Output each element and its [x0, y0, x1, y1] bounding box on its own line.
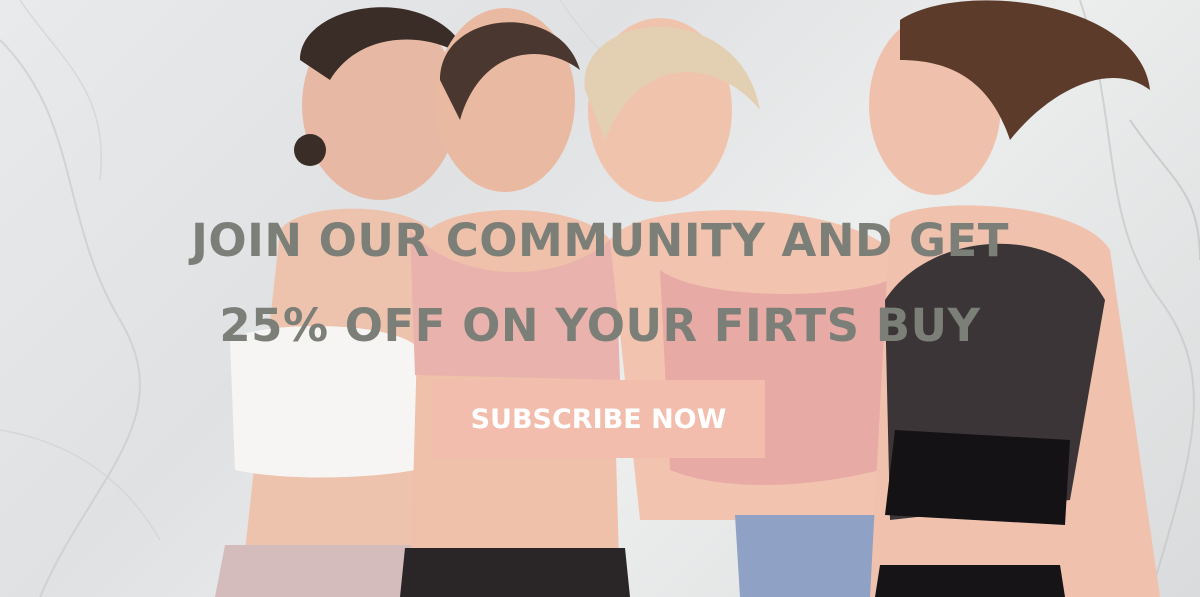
headline-line-1: JOIN OUR COMMUNITY AND GET [191, 214, 1009, 267]
promo-headline: JOIN OUR COMMUNITY AND GET 25% OFF ON YO… [0, 198, 1200, 368]
promo-hero-banner: JOIN OUR COMMUNITY AND GET 25% OFF ON YO… [0, 0, 1200, 597]
subscribe-now-button[interactable]: SUBSCRIBE NOW [432, 380, 765, 458]
headline-line-2: 25% OFF ON YOUR FIRTS BUY [219, 299, 981, 352]
